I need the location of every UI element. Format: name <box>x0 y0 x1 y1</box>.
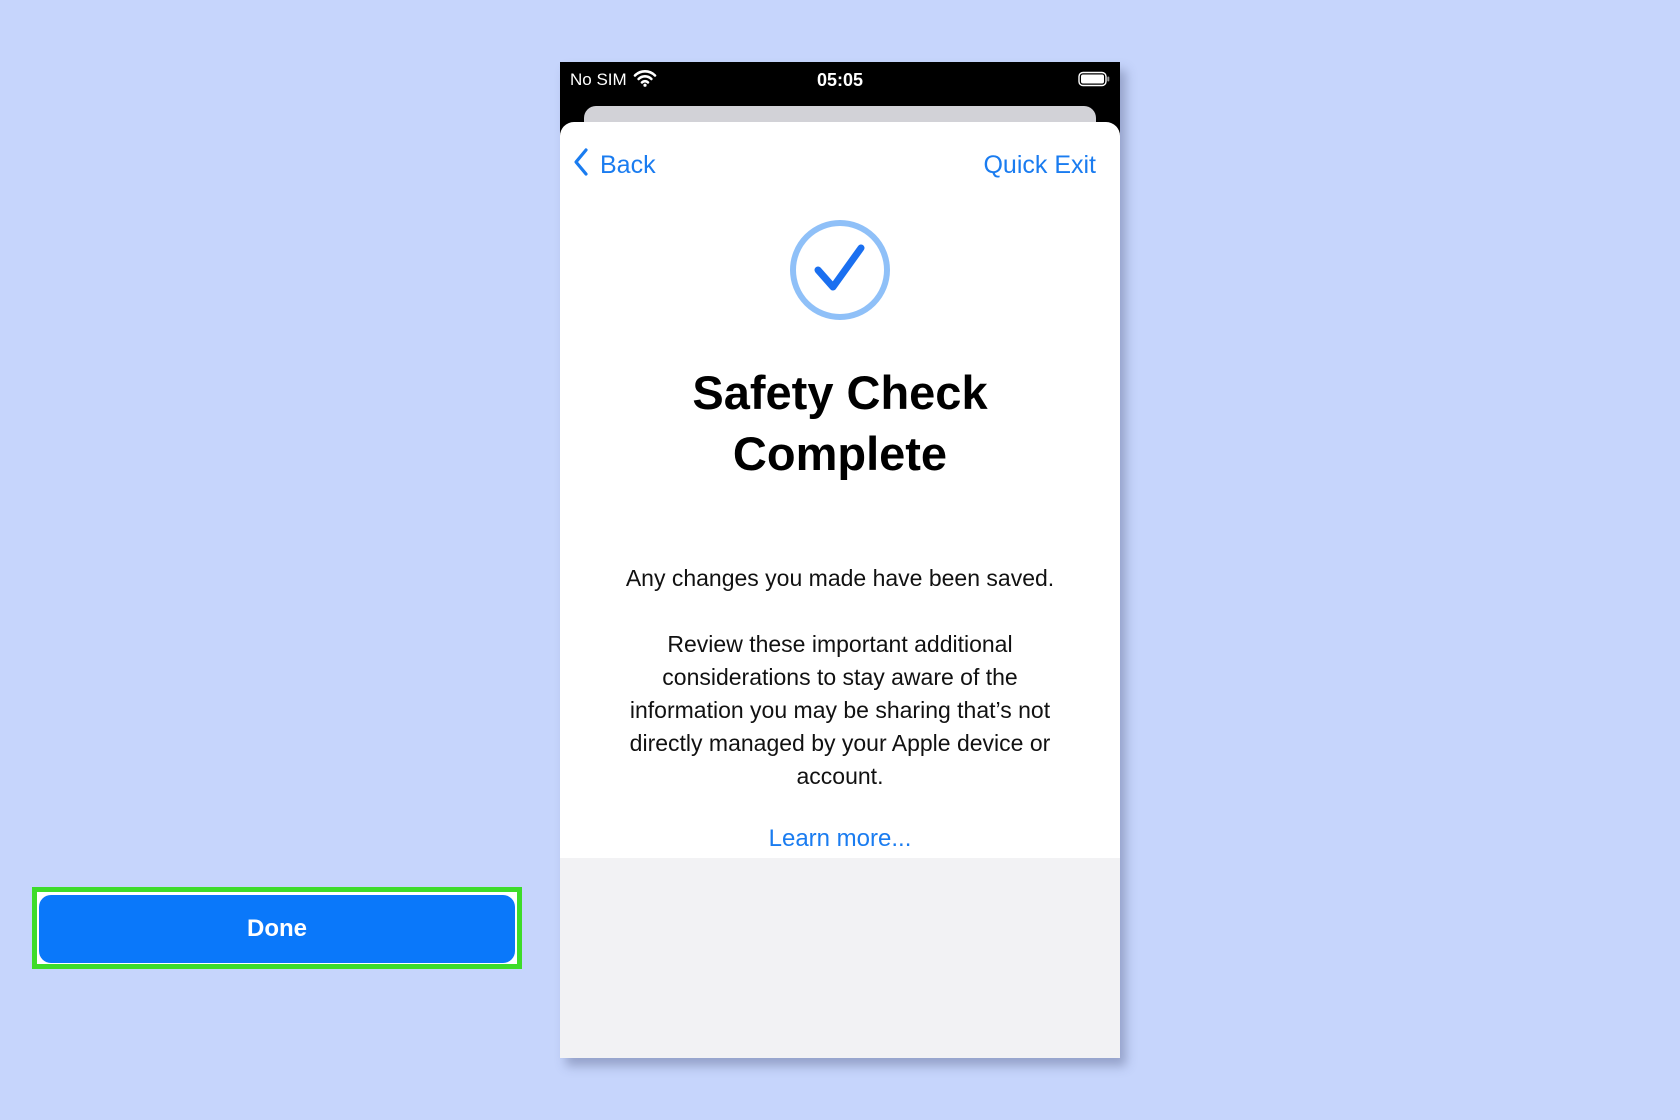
chevron-left-icon <box>572 147 590 184</box>
phone-screen: No SIM 05:05 Back Quick Exit Safety Chec… <box>560 62 1120 1058</box>
battery-icon <box>1078 71 1110 87</box>
learn-more-link[interactable]: Learn more... <box>560 822 1120 856</box>
checkmark-circle-icon <box>788 218 892 322</box>
title-line-1: Safety Check <box>692 366 988 419</box>
status-time: 05:05 <box>816 70 864 90</box>
back-button[interactable]: Back <box>572 146 656 184</box>
body-line: Review these important additional <box>667 631 1013 657</box>
status-bar: No SIM 05:05 <box>560 62 1120 107</box>
considerations-text: Review these important additional consid… <box>600 628 1080 793</box>
back-label: Back <box>600 150 656 179</box>
saved-message: Any changes you made have been saved. <box>625 565 1055 591</box>
quick-exit-button[interactable]: Quick Exit <box>983 146 1096 184</box>
page-title: Safety Check Complete <box>580 362 1100 484</box>
body-line: considerations to stay aware of the <box>662 664 1018 690</box>
body-line: information you may be sharing that’s no… <box>629 697 1051 723</box>
footer-area <box>560 858 1120 1058</box>
body-line: account. <box>796 763 884 789</box>
done-button[interactable]: Done <box>39 895 515 963</box>
title-line-2: Complete <box>732 427 948 480</box>
body-line: directly managed by your Apple device or <box>629 730 1051 756</box>
